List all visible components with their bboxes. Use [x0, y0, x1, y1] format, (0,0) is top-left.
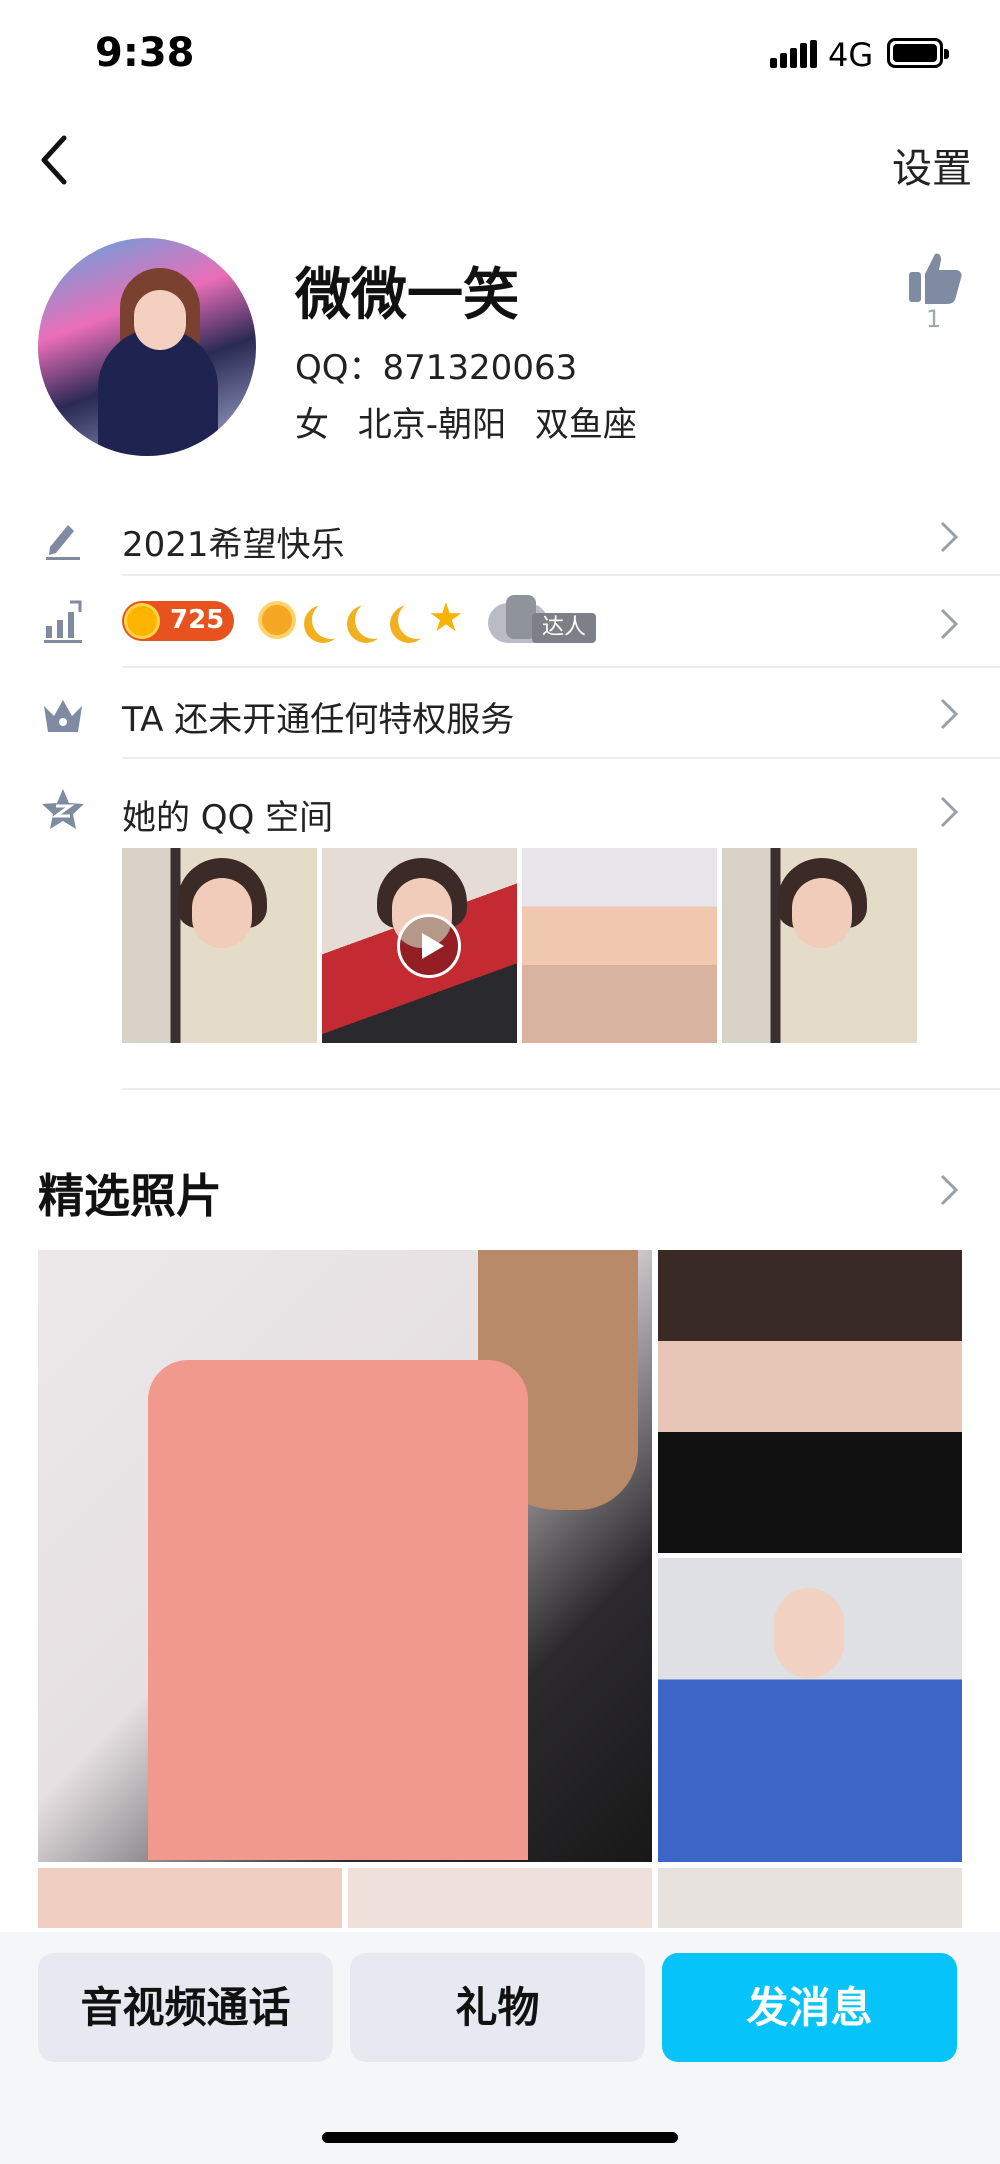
signal-icon: [770, 40, 817, 68]
privilege-row[interactable]: TA 还未开通任何特权服务: [0, 672, 1000, 756]
featured-photo[interactable]: [658, 1868, 962, 1928]
chevron-right-icon[interactable]: [938, 1172, 960, 1208]
play-icon: [397, 914, 461, 978]
qzone-photo[interactable]: [522, 848, 717, 1043]
qzone-row[interactable]: 她的 QQ 空间: [0, 770, 1000, 840]
star-level-icon: ★: [428, 595, 464, 641]
qzone-photo-strip: [122, 848, 922, 1043]
thumbs-up-icon[interactable]: [905, 248, 965, 308]
moon-level-icon: [355, 601, 393, 639]
signature-text: 2021希望快乐: [122, 525, 345, 565]
coin-level-badge: 725: [122, 601, 234, 641]
featured-photo[interactable]: [38, 1250, 652, 1862]
talent-label: 达人: [532, 613, 596, 643]
like-count: 1: [926, 305, 942, 333]
divider: [122, 757, 1000, 759]
send-message-button[interactable]: 发消息: [662, 1953, 957, 2062]
network-type: 4G: [828, 36, 874, 74]
status-time: 9:38: [95, 30, 195, 76]
settings-button[interactable]: 设置: [892, 136, 972, 194]
featured-photo[interactable]: [658, 1558, 962, 1862]
featured-photo[interactable]: [658, 1250, 962, 1553]
talent-badge: 达人: [488, 595, 600, 647]
coin-level-value: 725: [170, 605, 225, 635]
crown-icon: [44, 700, 82, 732]
qzone-star-icon: [42, 789, 84, 829]
qzone-photo[interactable]: [722, 848, 917, 1043]
chevron-right-icon: [940, 608, 959, 640]
divider: [122, 1088, 1000, 1090]
chevron-right-icon: [940, 698, 959, 730]
profile-page: 9:38 4G 设置 微微一笑 QQ：871320063 女 北京-朝阳 双鱼座…: [0, 0, 1000, 2164]
av-call-button[interactable]: 音视频通话: [38, 1953, 333, 2062]
chevron-right-icon: [940, 521, 959, 553]
qzone-text: 她的 QQ 空间: [122, 798, 334, 838]
gift-button[interactable]: 礼物: [350, 1953, 645, 2062]
divider: [122, 666, 1000, 668]
signature-row[interactable]: 2021希望快乐: [0, 505, 1000, 571]
featured-photo[interactable]: [38, 1868, 342, 1928]
profile-meta: 女 北京-朝阳 双鱼座: [295, 405, 637, 445]
privilege-text: TA 还未开通任何特权服务: [122, 700, 515, 740]
qzone-video[interactable]: [322, 848, 517, 1043]
avatar[interactable]: [38, 238, 256, 456]
moon-level-icon: [312, 601, 350, 639]
qq-number: QQ：871320063: [295, 348, 578, 388]
back-arrow-icon[interactable]: [36, 130, 76, 190]
featured-photo[interactable]: [348, 1868, 652, 1928]
profile-name: 微微一笑: [295, 263, 519, 328]
home-indicator: [322, 2132, 678, 2143]
coin-icon: [124, 603, 160, 639]
level-chart-icon: [44, 600, 82, 643]
qzone-photo[interactable]: [122, 848, 317, 1043]
featured-photos-title: 精选照片: [38, 1169, 222, 1223]
status-bar: 9:38 4G: [0, 0, 1000, 110]
chevron-right-icon: [940, 796, 959, 828]
battery-icon: [887, 38, 949, 68]
sun-level-icon: [258, 601, 296, 639]
pencil-icon: [46, 525, 80, 560]
divider: [122, 574, 1000, 576]
